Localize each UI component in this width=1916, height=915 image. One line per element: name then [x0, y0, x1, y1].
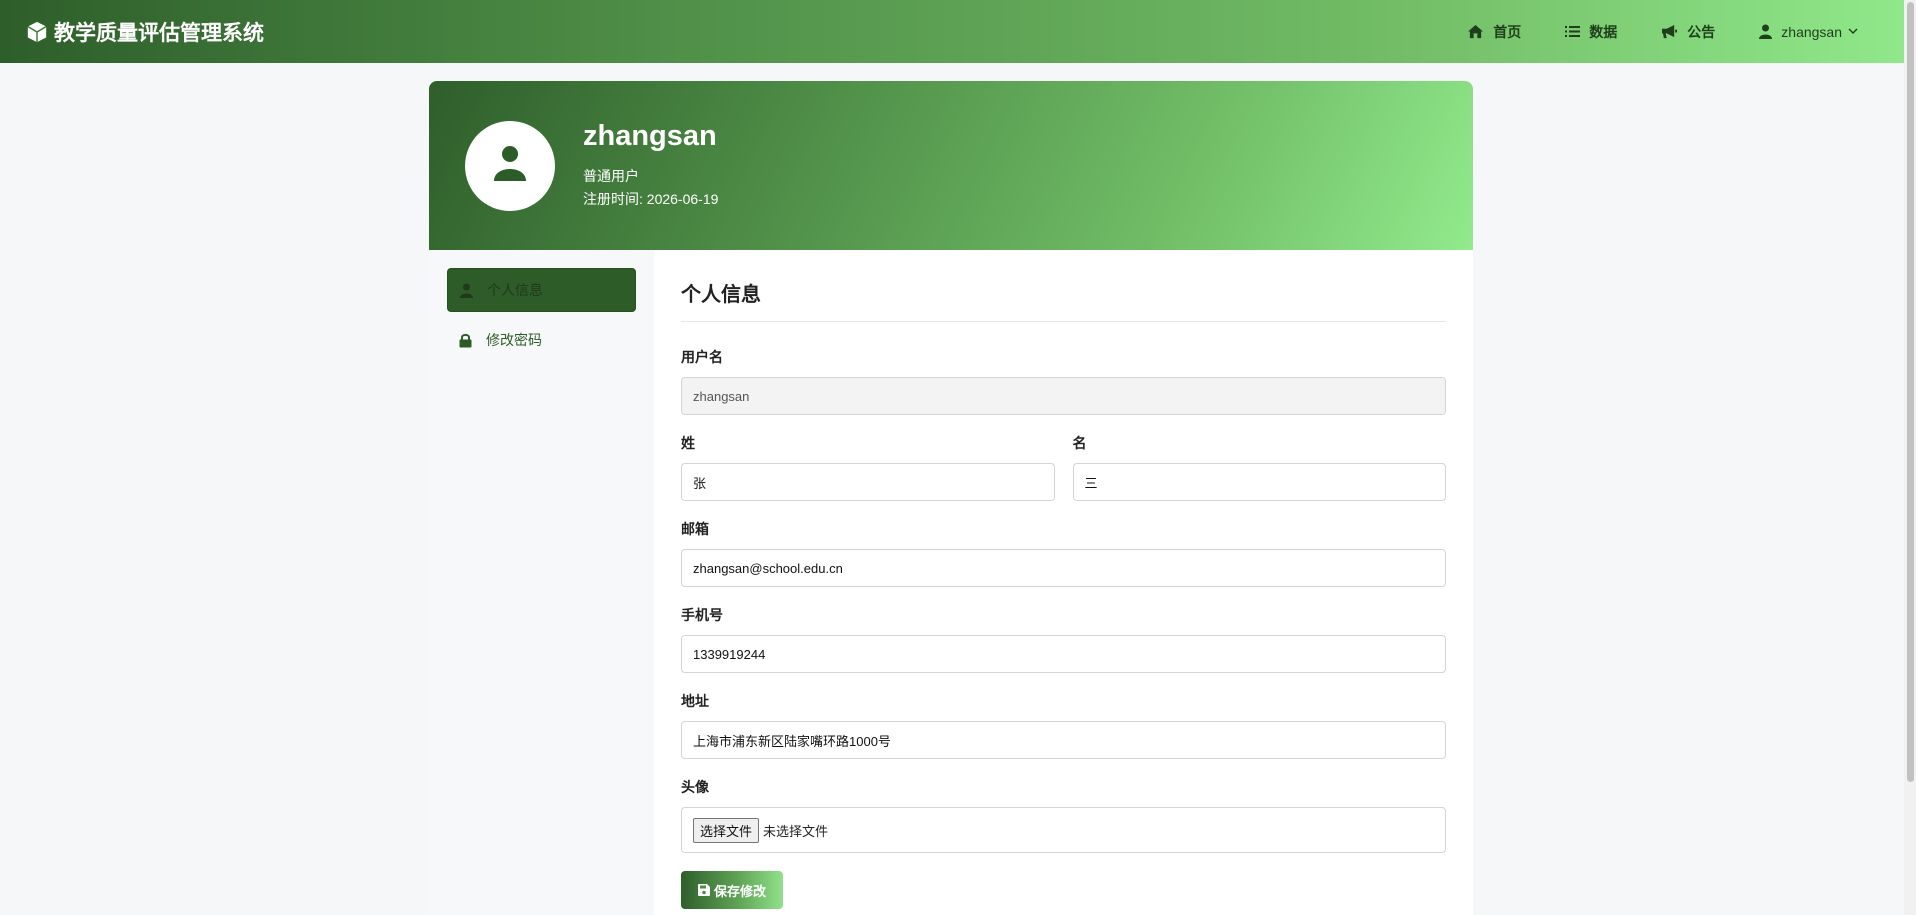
nav-home-label: 首页 — [1493, 23, 1522, 40]
email-field: 邮箱 — [681, 519, 1446, 587]
avatar-file-input: 选择文件 未选择文件 — [681, 807, 1446, 853]
sidebar-item-password[interactable]: 修改密码 — [447, 318, 636, 362]
profile-header: zhangsan 普通用户 注册时间: 2026-06-19 — [429, 81, 1473, 250]
list-icon — [1565, 25, 1581, 38]
profile-info: zhangsan 普通用户 注册时间: 2026-06-19 — [583, 120, 718, 211]
address-input[interactable] — [681, 721, 1446, 759]
phone-label: 手机号 — [681, 607, 723, 623]
brand[interactable]: 教学质量评估管理系统 — [26, 17, 264, 47]
profile-form: 个人信息 用户名 姓 名 邮箱 手机号 — [654, 250, 1473, 915]
last-name-field: 姓 — [681, 433, 1055, 501]
profile-sidebar: 个人信息 修改密码 — [429, 250, 654, 915]
home-icon — [1467, 24, 1484, 39]
user-icon — [1759, 24, 1773, 39]
profile-card: zhangsan 普通用户 注册时间: 2026-06-19 个人信息 修改密码… — [429, 81, 1473, 915]
username-field: 用户名 — [681, 347, 1446, 415]
chevron-down-icon — [1848, 28, 1858, 35]
card-body: 个人信息 修改密码 个人信息 用户名 姓 名 — [429, 250, 1473, 915]
nav-data-label: 数据 — [1589, 23, 1618, 40]
user-icon — [460, 283, 473, 298]
floppy-disk-icon — [698, 884, 710, 896]
nav-notice[interactable]: 公告 — [1661, 22, 1715, 42]
name-row: 姓 名 — [681, 433, 1446, 519]
cube-icon — [26, 21, 48, 43]
sidebar-item-label: 个人信息 — [487, 282, 543, 298]
sidebar-item-label: 修改密码 — [486, 332, 542, 348]
top-navbar: 教学质量评估管理系统 首页 数据 公告 zhangsan — [0, 0, 1904, 63]
file-status: 未选择文件 — [763, 823, 829, 839]
scrollbar-thumb[interactable] — [1907, 2, 1914, 782]
first-name-input[interactable] — [1072, 463, 1446, 501]
sidebar-item-profile[interactable]: 个人信息 — [447, 268, 636, 312]
form-title: 个人信息 — [681, 278, 1446, 322]
phone-field: 手机号 — [681, 605, 1446, 673]
megaphone-icon — [1661, 24, 1678, 39]
nav-data[interactable]: 数据 — [1565, 22, 1617, 42]
address-label: 地址 — [681, 693, 709, 709]
nav-links: 首页 数据 公告 zhangsan — [1423, 0, 1878, 63]
avatar-field: 头像 选择文件 未选择文件 — [681, 777, 1446, 853]
first-name-label: 名 — [1072, 435, 1087, 451]
user-name: zhangsan — [1781, 23, 1842, 40]
last-name-label: 姓 — [681, 435, 695, 451]
save-button[interactable]: 保存修改 — [681, 871, 784, 909]
choose-file-button[interactable]: 选择文件 — [693, 817, 760, 843]
page-scrollbar[interactable] — [1904, 0, 1916, 915]
brand-title: 教学质量评估管理系统 — [54, 21, 264, 45]
user-dropdown[interactable]: zhangsan — [1759, 24, 1858, 40]
profile-name: zhangsan — [583, 120, 717, 152]
profile-role: 普通用户 — [583, 168, 639, 184]
username-label: 用户名 — [681, 349, 723, 365]
avatar-label: 头像 — [681, 779, 709, 795]
save-button-label: 保存修改 — [714, 883, 767, 899]
nav-home[interactable]: 首页 — [1467, 22, 1521, 42]
email-label: 邮箱 — [681, 521, 709, 537]
user-avatar-icon — [494, 145, 526, 186]
email-input[interactable] — [681, 549, 1446, 587]
profile-registered: 注册时间: 2026-06-19 — [583, 191, 719, 207]
avatar — [465, 120, 555, 211]
first-name-field: 名 — [1072, 433, 1446, 501]
last-name-input[interactable] — [681, 463, 1055, 501]
address-field: 地址 — [681, 691, 1446, 759]
username-input — [681, 377, 1446, 415]
nav-notice-label: 公告 — [1687, 23, 1716, 40]
phone-input[interactable] — [681, 635, 1446, 673]
lock-icon — [459, 333, 472, 348]
